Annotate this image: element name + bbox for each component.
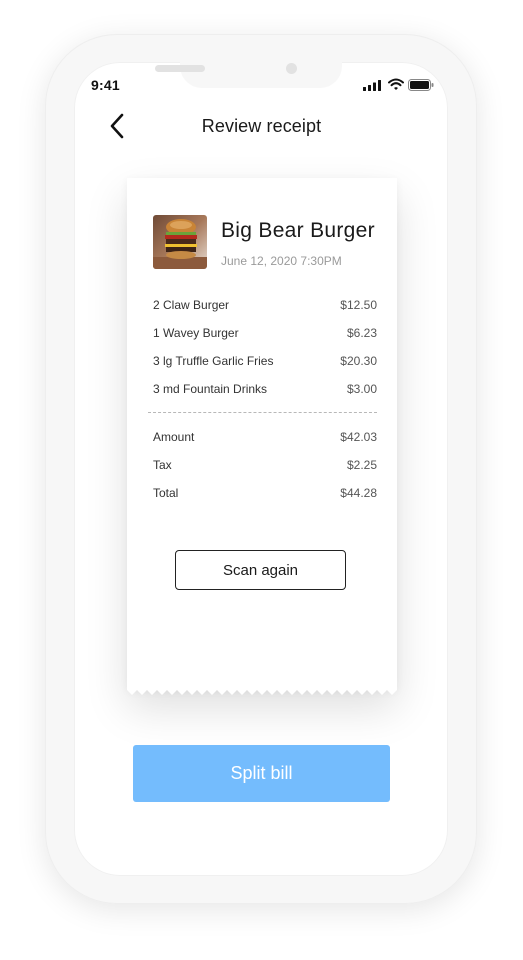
line-item: 2 Claw Burger $12.50 <box>153 298 377 314</box>
summary-amount: Amount $42.03 <box>153 430 377 446</box>
line-item-price: $3.00 <box>346 382 377 396</box>
wifi-icon <box>388 78 404 90</box>
line-item-price: $6.23 <box>346 326 377 340</box>
front-camera <box>286 63 297 74</box>
battery-icon <box>408 79 434 91</box>
page-title: Review receipt <box>201 116 322 136</box>
restaurant-name: Big Bear Burger <box>221 219 375 242</box>
split-bill-button[interactable]: Split bill <box>133 745 390 802</box>
line-item: 3 lg Truffle Garlic Fries $20.30 <box>153 354 377 370</box>
line-item-label: 1 Wavey Burger <box>153 326 239 340</box>
summary-label: Total <box>153 486 179 500</box>
line-item-price: $12.50 <box>340 298 377 312</box>
restaurant-photo <box>153 215 207 269</box>
summary-value: $42.03 <box>340 430 377 444</box>
summary-label: Tax <box>153 458 172 472</box>
dashed-divider <box>148 412 377 413</box>
summary-tax: Tax $2.25 <box>153 458 377 474</box>
signal-icon <box>363 80 381 91</box>
summary-value: $2.25 <box>346 458 377 472</box>
summary-total: Total $44.28 <box>153 486 377 502</box>
receipt-date: June 12, 2020 7:30PM <box>221 254 342 268</box>
line-item: 1 Wavey Burger $6.23 <box>153 326 377 342</box>
status-time: 9:41 <box>91 77 120 93</box>
line-item-label: 3 md Fountain Drinks <box>153 382 268 396</box>
line-item: 3 md Fountain Drinks $3.00 <box>153 382 377 398</box>
line-item-label: 3 lg Truffle Garlic Fries <box>153 354 274 368</box>
summary-label: Amount <box>153 430 195 444</box>
line-item-label: 2 Claw Burger <box>153 298 230 312</box>
receipt-torn-edge <box>127 684 397 695</box>
line-item-price: $20.30 <box>340 354 377 368</box>
speaker-grille <box>155 65 205 72</box>
summary-value: $44.28 <box>340 486 377 500</box>
scan-again-button[interactable]: Scan again <box>175 550 346 590</box>
